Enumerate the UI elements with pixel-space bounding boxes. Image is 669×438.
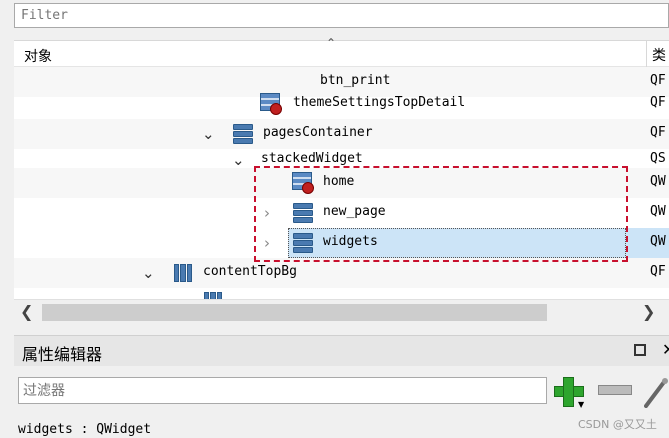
- tree-row-label: widgets: [323, 234, 378, 249]
- column-header-object[interactable]: 对象: [24, 46, 52, 66]
- selected-object-line: widgets : QWidget: [18, 422, 152, 437]
- tree-row-label: home: [323, 174, 355, 189]
- object-filter-field[interactable]: [14, 3, 669, 28]
- scrollbar-thumb[interactable]: [42, 304, 547, 321]
- promoted-widget-icon: [260, 93, 282, 115]
- tree-row-class: QW: [650, 174, 666, 189]
- horizontal-scrollbar[interactable]: ❮ ❯: [14, 299, 669, 325]
- dropdown-arrow-icon: ▼: [578, 400, 585, 409]
- tree-row-new-page[interactable]: › new_page QW: [14, 198, 669, 228]
- horizontal-layout-icon: [202, 290, 224, 299]
- configure-icon[interactable]: [644, 376, 669, 408]
- property-filter-field[interactable]: [18, 377, 547, 404]
- tree-row-class: QW: [650, 204, 666, 219]
- chevron-down-icon[interactable]: ⌄: [202, 125, 215, 143]
- chevron-right-icon[interactable]: ›: [264, 234, 270, 252]
- add-dynamic-property-button[interactable]: ▼: [552, 375, 586, 409]
- watermark: CSDN @又又土: [578, 418, 657, 431]
- tree-row-label: btn_print: [320, 73, 391, 88]
- tree-row-label: stackedWidget: [261, 151, 363, 166]
- scroll-left-icon[interactable]: ❮: [20, 302, 33, 321]
- stacked-layout-icon: [232, 123, 254, 145]
- tree-header: ⌃ 对象 类: [14, 36, 669, 67]
- tree-row-class: QF: [650, 125, 666, 140]
- object-filter-input[interactable]: [15, 4, 668, 27]
- tree-row-class: QF: [650, 264, 666, 279]
- chevron-down-icon[interactable]: ⌄: [232, 151, 245, 169]
- plus-icon-bar: [563, 377, 574, 407]
- remove-property-button[interactable]: [598, 385, 632, 395]
- tree-row-class: QF: [650, 95, 666, 110]
- tree-row-label: themeSettingsTopDetail: [293, 95, 466, 110]
- tree-row-partial: [14, 288, 669, 299]
- property-filter-input[interactable]: [19, 378, 546, 403]
- tree-row-label: pagesContainer: [263, 125, 373, 140]
- tree-row-theme-settings[interactable]: themeSettingsTopDetail QF: [14, 89, 669, 119]
- stacked-layout-icon: [292, 202, 314, 224]
- chevron-right-icon[interactable]: ›: [264, 204, 270, 222]
- property-editor-header: 属性编辑器 ✕: [14, 335, 669, 366]
- float-panel-icon[interactable]: [634, 344, 646, 356]
- column-divider[interactable]: [646, 41, 647, 67]
- column-header-class[interactable]: 类: [652, 45, 666, 65]
- tree-row-widgets[interactable]: › widgets QW: [14, 228, 669, 258]
- tree-row-class: QF: [650, 73, 666, 88]
- tree-row-label: new_page: [323, 204, 386, 219]
- tree-row-content-top-bg[interactable]: ⌄ contentTopBg QF: [14, 258, 669, 288]
- chevron-down-icon[interactable]: ⌄: [142, 264, 155, 282]
- close-icon[interactable]: ✕: [662, 340, 669, 359]
- promoted-widget-icon: [292, 172, 314, 194]
- tree-row-class: QW: [650, 234, 666, 249]
- property-editor-title: 属性编辑器: [22, 345, 103, 364]
- scroll-right-icon[interactable]: ❯: [642, 302, 655, 321]
- stacked-layout-icon: [292, 232, 314, 254]
- horizontal-layout-icon: [172, 262, 194, 284]
- tree-row-class: QS: [650, 151, 666, 166]
- sort-indicator-icon: ⌃: [326, 36, 337, 50]
- object-tree[interactable]: btn_print QF themeSettingsTopDetail QF ⌄…: [14, 67, 669, 299]
- tree-row-label: contentTopBg: [203, 264, 297, 279]
- tree-row-home[interactable]: home QW: [14, 168, 669, 198]
